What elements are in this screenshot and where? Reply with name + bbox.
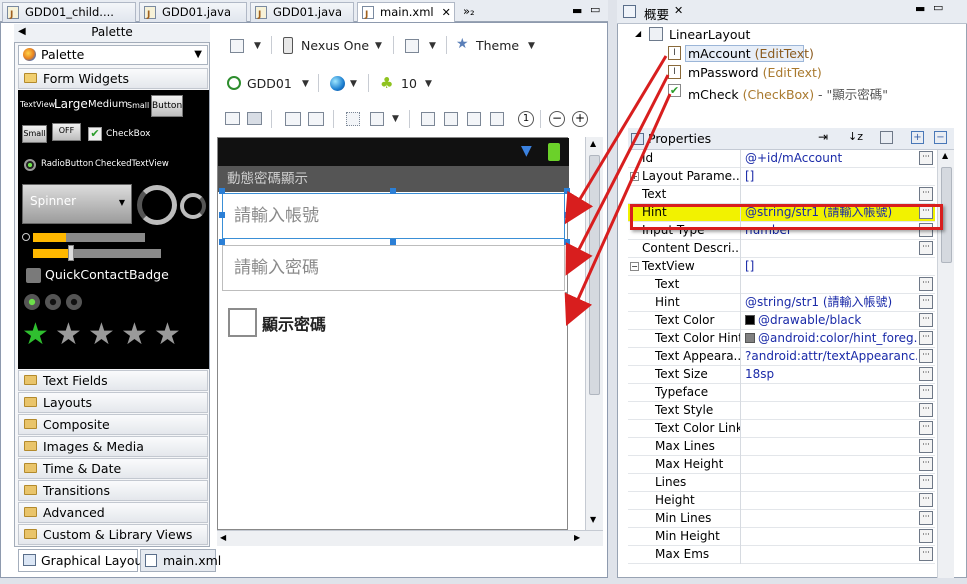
annotation-arrows <box>564 55 672 326</box>
arrow-mcheck <box>564 93 672 326</box>
arrow-mpassword <box>565 74 670 276</box>
